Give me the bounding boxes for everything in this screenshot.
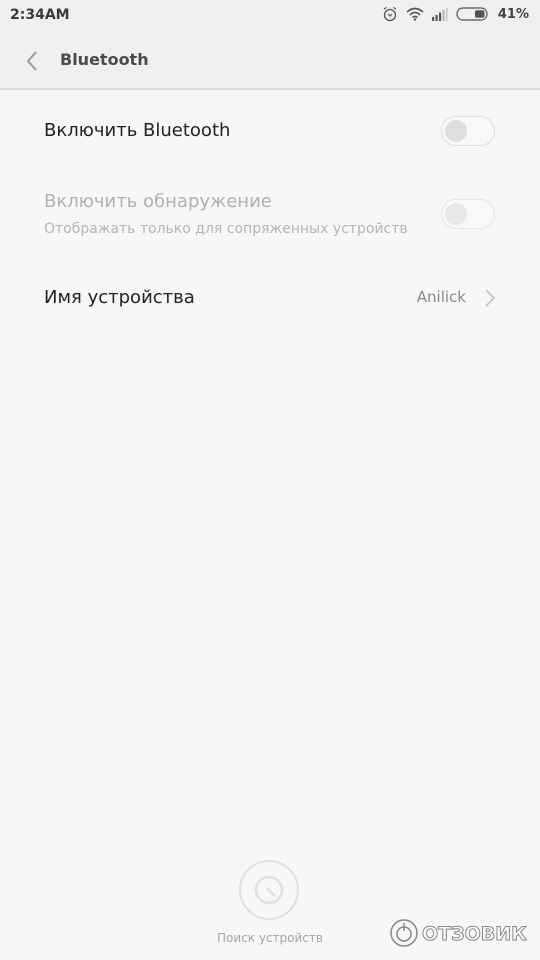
status-icons: 41% bbox=[382, 6, 529, 22]
back-button[interactable] bbox=[20, 48, 46, 74]
discoverable-row: Включить обнаружение Отображать только д… bbox=[0, 180, 540, 250]
refresh-scan-icon bbox=[254, 875, 284, 905]
discoverable-subtitle: Отображать только для сопряженных устрой… bbox=[44, 221, 408, 237]
signal-icon bbox=[431, 7, 448, 21]
page-title: Bluetooth bbox=[60, 50, 149, 69]
chevron-left-icon bbox=[26, 51, 37, 71]
device-name-value: Anilick bbox=[416, 288, 466, 306]
enable-bluetooth-toggle[interactable] bbox=[441, 116, 495, 146]
chevron-right-icon bbox=[485, 289, 496, 307]
status-bar: 2:34AM 41% bbox=[0, 0, 540, 32]
alarm-icon bbox=[383, 6, 397, 22]
otzovik-watermark: ОТЗОВИК bbox=[390, 915, 530, 951]
toggle-knob bbox=[445, 120, 467, 142]
wifi-icon bbox=[406, 7, 424, 21]
watermark-text: ОТЗОВИК bbox=[422, 923, 527, 945]
enable-bluetooth-row[interactable]: Включить Bluetooth bbox=[0, 100, 540, 164]
toggle-knob bbox=[445, 203, 467, 225]
discoverable-toggle bbox=[441, 199, 495, 229]
status-time: 2:34AM bbox=[10, 7, 70, 23]
device-name-row[interactable]: Имя устройства Anilick bbox=[0, 268, 540, 328]
device-name-label: Имя устройства bbox=[44, 287, 195, 308]
enable-bluetooth-label: Включить Bluetooth bbox=[44, 120, 231, 141]
search-devices-button[interactable] bbox=[239, 860, 299, 920]
header: Bluetooth bbox=[0, 32, 540, 90]
battery-icon bbox=[456, 7, 488, 21]
battery-percent: 41% bbox=[497, 6, 529, 22]
discoverable-label: Включить обнаружение bbox=[44, 191, 272, 212]
otzovik-logo-icon: ОТЗОВИК bbox=[390, 919, 528, 947]
